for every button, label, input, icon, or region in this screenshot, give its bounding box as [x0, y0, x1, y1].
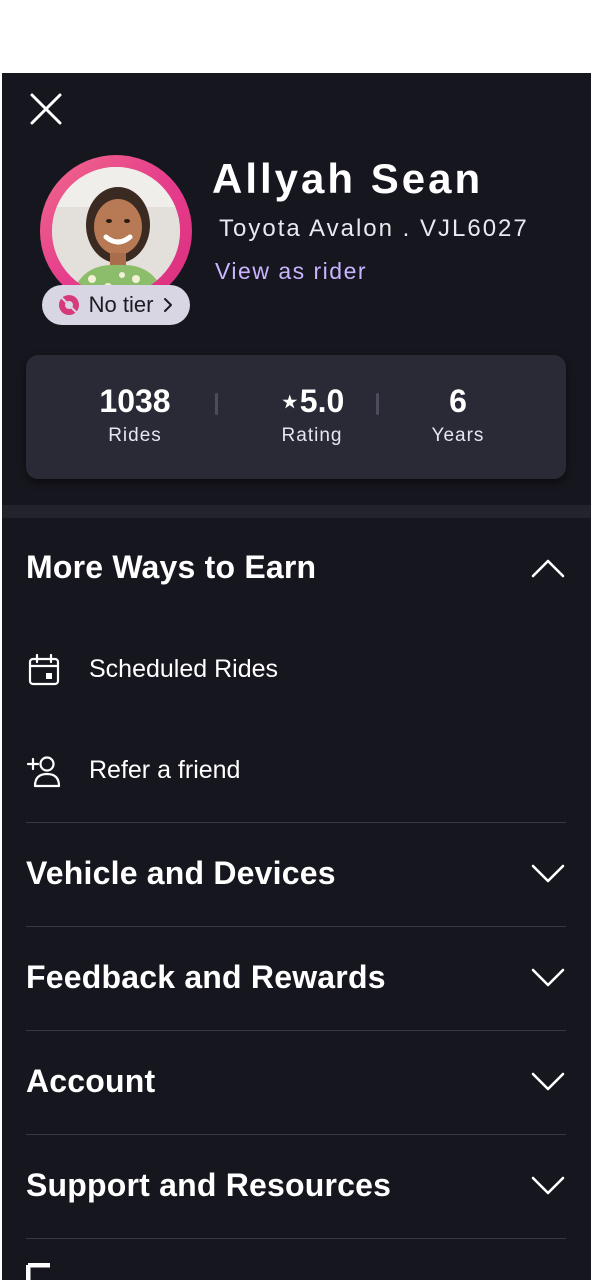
- stat-years: 6 Years: [422, 381, 494, 447]
- section-vehicle-and-devices[interactable]: Vehicle and Devices: [26, 845, 566, 905]
- view-as-rider-link[interactable]: View as rider: [215, 258, 367, 285]
- section-title: Support and Resources: [26, 1167, 392, 1203]
- divider: [26, 1134, 566, 1135]
- rating-label: Rating: [281, 425, 343, 446]
- chevron-down-icon: [530, 967, 566, 989]
- chevron-down-icon: [530, 863, 566, 885]
- section-partially-visible[interactable]: [25, 1262, 52, 1280]
- years-value: 6: [449, 383, 467, 419]
- tier-icon: [58, 295, 79, 315]
- close-icon[interactable]: [28, 91, 64, 127]
- stat-separator: [376, 393, 379, 415]
- stat-rides: 1038 Rides: [92, 381, 178, 447]
- profile-drawer: No tier Allyah Sean Toyota Avalon . VJL6…: [2, 73, 591, 1280]
- vehicle-info: Toyota Avalon . VJL6027: [219, 215, 529, 242]
- rides-label: Rides: [108, 425, 162, 446]
- rating-value: ⋆5.0: [279, 383, 345, 419]
- stats-card: 1038 Rides ⋆5.0 Rating 6 Years: [26, 355, 566, 479]
- divider: [26, 822, 566, 823]
- section-title: Account: [26, 1063, 156, 1099]
- years-label: Years: [431, 425, 485, 446]
- rides-value: 1038: [99, 383, 171, 419]
- section-feedback-and-rewards[interactable]: Feedback and Rewards: [26, 949, 566, 1009]
- chevron-down-icon: [530, 1071, 566, 1093]
- tier-badge[interactable]: No tier: [42, 285, 190, 325]
- menu-item-label: Refer a friend: [89, 756, 241, 784]
- chevron-right-icon: [164, 298, 173, 312]
- add-person-icon: [26, 753, 62, 789]
- chevron-up-icon: [530, 557, 566, 579]
- chevron-down-icon: [530, 1175, 566, 1197]
- stat-separator: [215, 393, 218, 415]
- section-support-and-resources[interactable]: Support and Resources: [26, 1157, 566, 1217]
- avatar-photo: [52, 167, 180, 295]
- menu-item-scheduled-rides[interactable]: Scheduled Rides: [26, 640, 566, 700]
- section-title: Feedback and Rewards: [26, 959, 386, 995]
- section-title: Vehicle and Devices: [26, 855, 336, 891]
- stat-rating: ⋆5.0 Rating: [262, 381, 362, 447]
- menu-item-label: Scheduled Rides: [89, 655, 279, 683]
- tier-label: No tier: [88, 292, 154, 317]
- section-divider: [2, 505, 591, 518]
- divider: [26, 1238, 566, 1239]
- calendar-icon: [26, 652, 62, 688]
- driver-name: Allyah Sean: [212, 155, 484, 202]
- section-title: More Ways to Earn: [26, 549, 317, 585]
- divider: [26, 1030, 566, 1031]
- menu-item-refer-a-friend[interactable]: Refer a friend: [26, 741, 566, 801]
- section-account[interactable]: Account: [26, 1053, 566, 1113]
- section-more-ways-to-earn[interactable]: More Ways to Earn: [26, 539, 566, 599]
- divider: [26, 926, 566, 927]
